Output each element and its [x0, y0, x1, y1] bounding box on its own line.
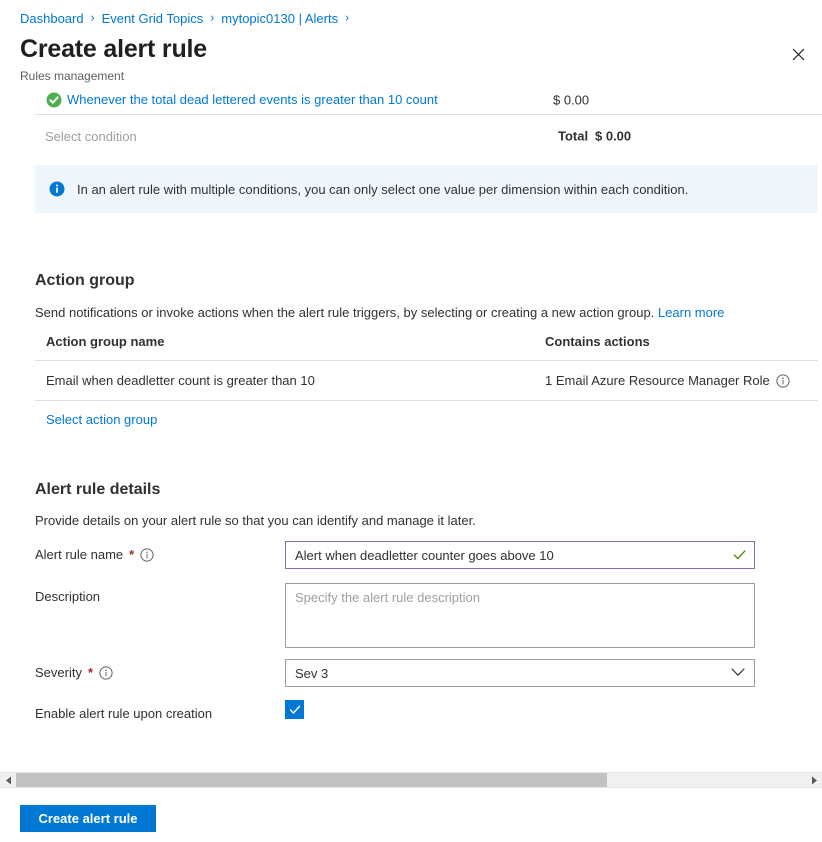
- alert-rule-name-input-wrap: [285, 541, 755, 569]
- severity-label: Severity *: [35, 659, 285, 681]
- caret-left-icon: [5, 776, 12, 785]
- info-outline-icon[interactable]: [99, 666, 113, 680]
- learn-more-link[interactable]: Learn more: [658, 305, 724, 320]
- select-condition-row[interactable]: Select condition Total $ 0.00: [0, 115, 822, 157]
- page-subtitle: Rules management: [20, 68, 124, 84]
- action-group-heading: Action group: [35, 272, 135, 290]
- horizontal-scrollbar[interactable]: [0, 772, 822, 788]
- alert-rule-name-label: Alert rule name *: [35, 541, 285, 563]
- alert-rule-details-heading: Alert rule details: [35, 481, 160, 499]
- page-title: Create alert rule: [20, 34, 207, 65]
- select-condition-label[interactable]: Select condition: [45, 129, 137, 144]
- column-header-action-group-name: Action group name: [35, 334, 545, 349]
- scrollbar-thumb[interactable]: [16, 773, 607, 787]
- cell-contains-actions-text: 1 Email Azure Resource Manager Role: [545, 373, 770, 388]
- total-label: Total: [558, 129, 588, 144]
- close-button[interactable]: [782, 38, 814, 70]
- breadcrumb-separator-icon: ›: [210, 10, 214, 27]
- create-alert-rule-blade: Dashboard › Event Grid Topics › mytopic0…: [0, 0, 822, 842]
- checkmark-icon: [289, 704, 301, 716]
- description-textarea[interactable]: [285, 583, 755, 648]
- cell-contains-actions: 1 Email Azure Resource Manager Role: [545, 373, 818, 388]
- severity-selected-value: Sev 3: [295, 666, 328, 681]
- alert-rule-details-description: Provide details on your alert rule so th…: [35, 512, 476, 529]
- action-group-description-text: Send notifications or invoke actions whe…: [35, 305, 654, 320]
- enable-alert-rule-label-text: Enable alert rule upon creation: [35, 705, 212, 722]
- enable-alert-rule-checkbox[interactable]: [285, 700, 304, 719]
- breadcrumb-item-mytopic-alerts[interactable]: mytopic0130 | Alerts: [221, 10, 338, 27]
- info-outline-icon[interactable]: [776, 374, 790, 388]
- table-row[interactable]: Email when deadletter count is greater t…: [35, 361, 818, 401]
- info-banner: In an alert rule with multiple condition…: [35, 165, 818, 213]
- column-header-contains-actions: Contains actions: [545, 334, 818, 349]
- caret-right-icon: [811, 776, 818, 785]
- create-alert-rule-button[interactable]: Create alert rule: [20, 805, 156, 832]
- action-group-table: Action group name Contains actions Email…: [35, 334, 818, 401]
- alert-rule-name-input[interactable]: [285, 541, 755, 569]
- scroll-right-button[interactable]: [806, 772, 822, 788]
- alert-rule-name-row: Alert rule name *: [35, 541, 755, 569]
- severity-row: Severity * Sev 3: [35, 659, 755, 687]
- select-action-group-link[interactable]: Select action group: [46, 412, 157, 427]
- action-group-description: Send notifications or invoke actions whe…: [35, 304, 724, 321]
- table-header-row: Action group name Contains actions: [35, 334, 818, 361]
- breadcrumb-item-dashboard[interactable]: Dashboard: [20, 10, 84, 27]
- conditions-section: Whenever the total dead lettered events …: [0, 85, 822, 157]
- condition-label[interactable]: Whenever the total dead lettered events …: [67, 92, 438, 107]
- scroll-left-button[interactable]: [0, 772, 16, 788]
- condition-row[interactable]: Whenever the total dead lettered events …: [0, 85, 822, 114]
- required-asterisk: *: [129, 546, 134, 563]
- severity-select[interactable]: Sev 3: [285, 659, 755, 687]
- green-check-icon: [46, 92, 62, 108]
- breadcrumb-item-event-grid-topics[interactable]: Event Grid Topics: [102, 10, 204, 27]
- close-icon: [792, 48, 805, 61]
- condition-cost: $ 0.00: [553, 92, 589, 107]
- total-value: $ 0.00: [595, 129, 631, 144]
- description-label-text: Description: [35, 588, 100, 605]
- cell-action-group-name: Email when deadletter count is greater t…: [35, 373, 545, 388]
- enable-alert-rule-label: Enable alert rule upon creation: [35, 700, 285, 722]
- description-label: Description: [35, 583, 285, 605]
- alert-rule-name-label-text: Alert rule name: [35, 546, 123, 563]
- severity-label-text: Severity: [35, 664, 82, 681]
- info-banner-text: In an alert rule with multiple condition…: [77, 181, 688, 198]
- breadcrumb-separator-icon: ›: [345, 10, 349, 27]
- enable-alert-rule-row: Enable alert rule upon creation: [35, 700, 304, 722]
- info-outline-icon[interactable]: [140, 548, 154, 562]
- breadcrumb-separator-icon: ›: [91, 10, 95, 27]
- scrollbar-track[interactable]: [16, 772, 806, 788]
- description-row: Description: [35, 583, 755, 648]
- severity-select-wrap: Sev 3: [285, 659, 755, 687]
- info-circle-icon: [49, 181, 65, 197]
- breadcrumb: Dashboard › Event Grid Topics › mytopic0…: [20, 10, 356, 27]
- required-asterisk: *: [88, 664, 93, 681]
